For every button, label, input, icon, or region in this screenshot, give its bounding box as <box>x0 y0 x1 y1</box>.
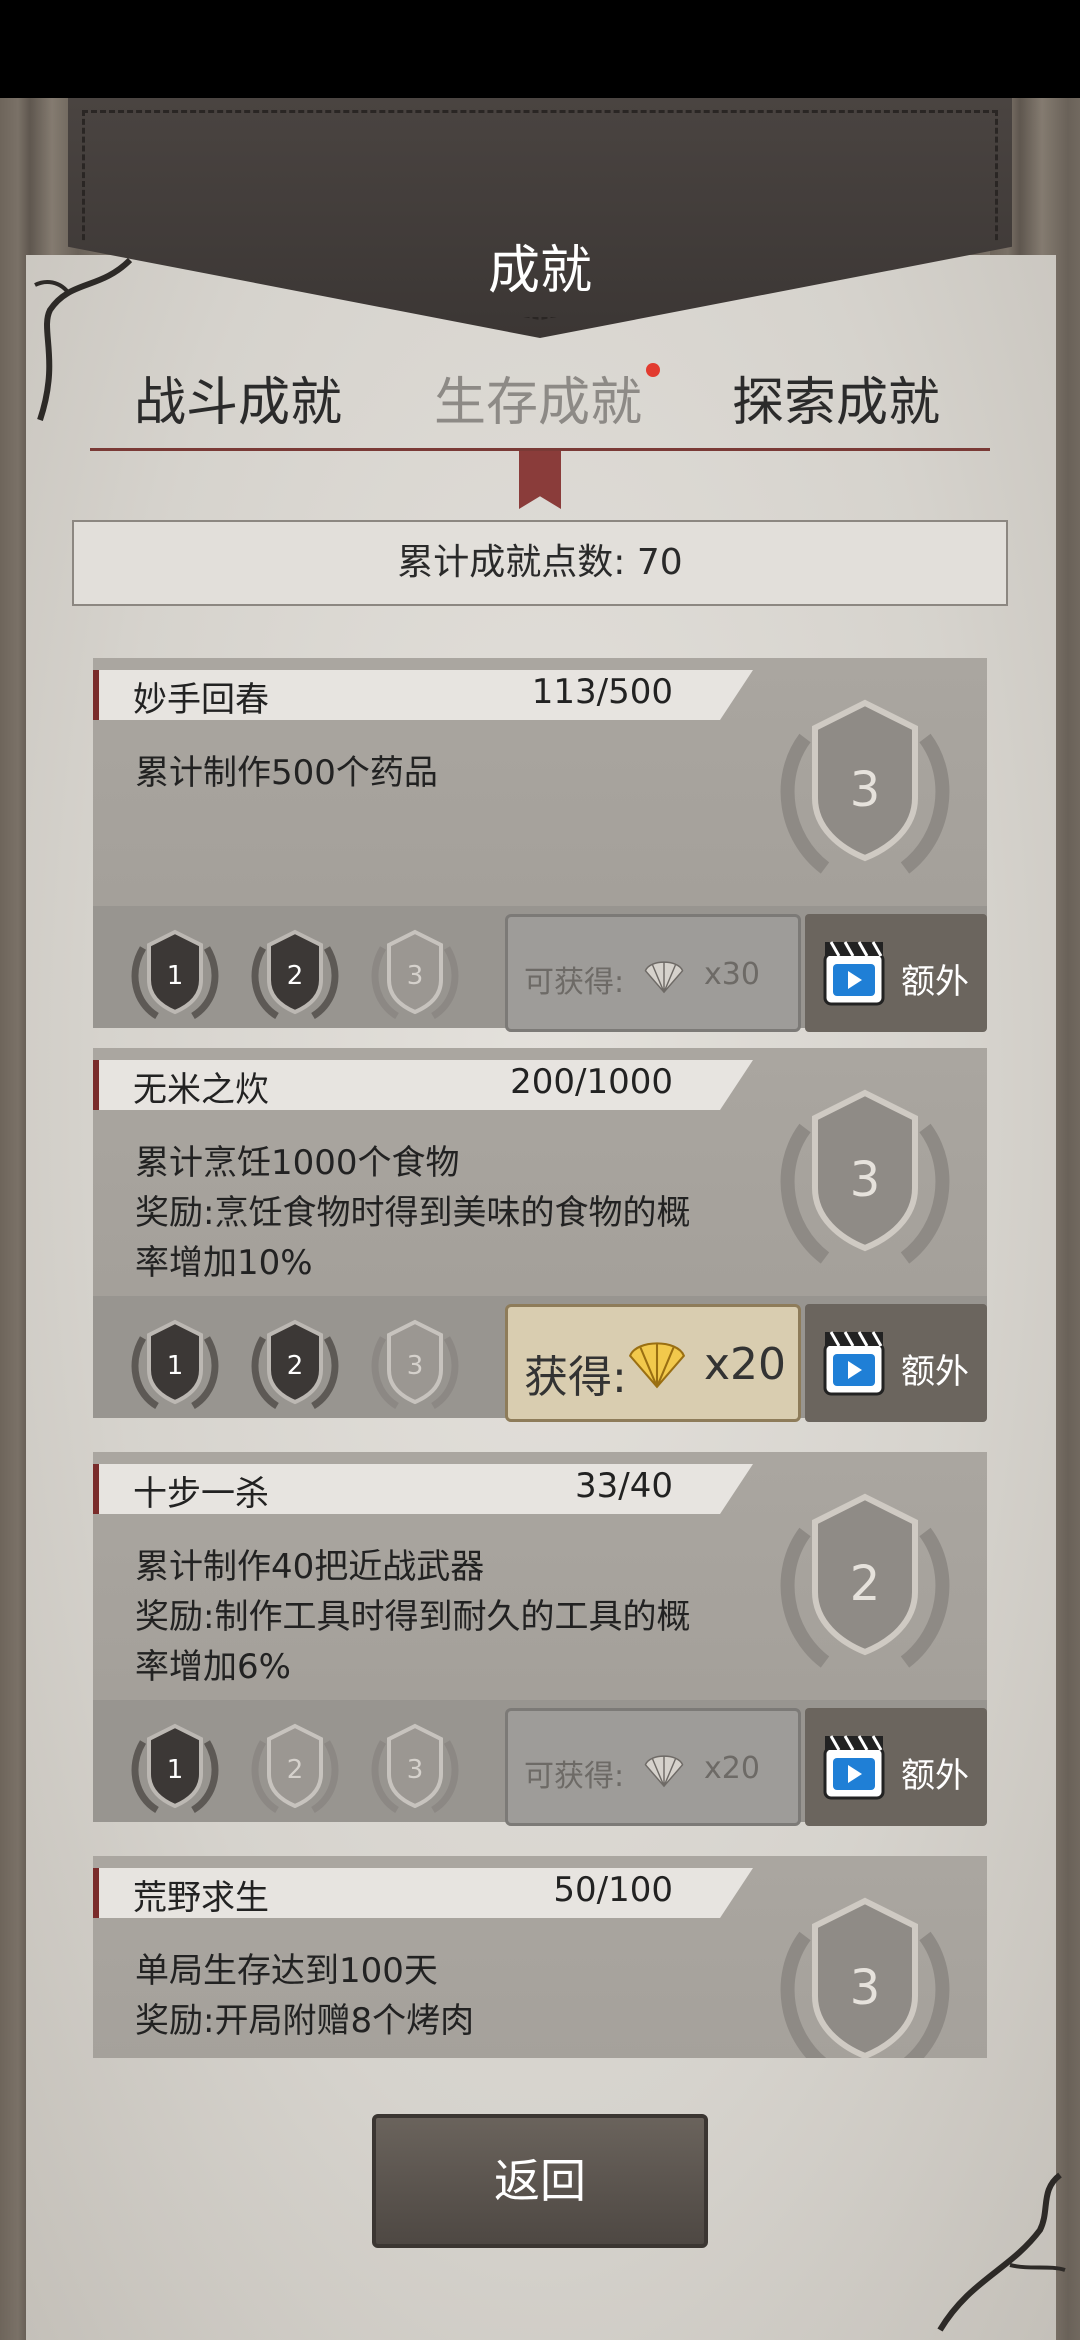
medal-2-icon: 2 <box>251 1723 339 1814</box>
shell-icon <box>644 961 684 994</box>
achievement-progress: 200/1000 <box>510 1062 673 1102</box>
medal-3-icon: 3 <box>371 929 459 1020</box>
achievement-description: 累计烹饪1000个食物 奖励:烹饪食物时得到美味的食物的概 率增加10% <box>135 1143 691 1283</box>
branch-decoration-right <box>937 2172 1066 2332</box>
extra-reward-button[interactable]: 额外 <box>805 914 987 1032</box>
badge-level: 2 <box>850 1556 881 1612</box>
extra-reward-button[interactable]: 额外 <box>805 1304 987 1422</box>
svg-text:3: 3 <box>407 961 424 991</box>
achievement-description: 累计制作40把近战武器 奖励:制作工具时得到耐久的工具的概 率增加6% <box>135 1547 691 1687</box>
achievement-card: 十步一杀 33/40 累计制作40把近战武器 奖励:制作工具时得到耐久的工具的概… <box>93 1452 987 1826</box>
video-clapper-icon <box>823 941 885 1006</box>
reward-button[interactable]: 可获得: x30 <box>505 914 801 1032</box>
extra-label: 额外 <box>901 962 969 1002</box>
reward-label: 可获得: <box>524 1759 625 1794</box>
achievement-points: 累计成就点数: 70 <box>72 520 1008 606</box>
laurel-badge-icon: 2 <box>780 1493 950 1668</box>
medal-1-icon: 1 <box>131 1723 219 1814</box>
shell-icon <box>628 1342 686 1389</box>
badge-level: 3 <box>850 762 881 818</box>
video-clapper-icon <box>823 1331 885 1396</box>
achievement-description: 累计制作500个药品 <box>135 753 438 793</box>
svg-text:2: 2 <box>287 1351 304 1381</box>
reward-label: 获得: <box>524 1352 627 1403</box>
notification-dot <box>646 363 660 377</box>
medal-1-icon: 1 <box>131 1319 219 1410</box>
achievement-card: 无米之炊 200/1000 累计烹饪1000个食物 奖励:烹饪食物时得到美味的食… <box>93 1048 987 1422</box>
achievement-name: 十步一杀 <box>133 1474 269 1514</box>
reward-quantity: x20 <box>704 1339 787 1390</box>
extra-label: 额外 <box>901 1756 969 1796</box>
medal-1-icon: 1 <box>131 929 219 1020</box>
status-bar <box>0 0 1080 98</box>
reward-quantity: x20 <box>704 1751 760 1786</box>
achievement-description: 单局生存达到100天 奖励:开局附赠8个烤肉 <box>135 1951 475 2041</box>
tab-underline <box>90 448 990 451</box>
svg-text:1: 1 <box>167 1755 184 1785</box>
achievement-progress: 33/40 <box>575 1466 673 1506</box>
shell-icon <box>644 1755 684 1788</box>
laurel-badge-icon: 3 <box>780 699 950 874</box>
medal-3-icon: 3 <box>371 1723 459 1814</box>
svg-text:3: 3 <box>407 1351 424 1381</box>
svg-text:1: 1 <box>167 961 184 991</box>
svg-text:3: 3 <box>407 1755 424 1785</box>
achievement-points-text: 累计成就点数: 70 <box>397 542 683 583</box>
achievement-name: 无米之炊 <box>133 1070 269 1110</box>
badge-level: 3 <box>850 1960 881 2016</box>
achievement-name: 妙手回春 <box>133 680 269 720</box>
back-button[interactable]: 返回 <box>372 2114 708 2248</box>
tab-survival[interactable]: 生存成就 <box>434 360 642 435</box>
badge-level: 3 <box>850 1152 881 1208</box>
extra-reward-button[interactable]: 额外 <box>805 1708 987 1826</box>
medal-2-icon: 2 <box>251 1319 339 1410</box>
achievement-card: 荒野求生 50/100 单局生存达到100天 奖励:开局附赠8个烤肉 3 <box>93 1856 987 2058</box>
achievement-list[interactable]: 妙手回春 113/500 累计制作500个药品 3 1 2 3 可获得: x30… <box>93 658 987 2058</box>
achievement-tabs: 战斗成就 生存成就 探索成就 <box>90 360 990 440</box>
svg-text:1: 1 <box>167 1351 184 1381</box>
extra-label: 额外 <box>901 1352 969 1392</box>
svg-text:2: 2 <box>287 961 304 991</box>
reward-button[interactable]: 可获得: x20 <box>505 1708 801 1826</box>
svg-text:2: 2 <box>287 1755 304 1785</box>
achievement-name: 荒野求生 <box>133 1878 269 1918</box>
page-title: 成就 <box>487 241 592 301</box>
medal-2-icon: 2 <box>251 929 339 1020</box>
achievement-progress: 113/500 <box>531 672 673 712</box>
laurel-badge-icon: 3 <box>780 1089 950 1264</box>
reward-label: 可获得: <box>524 965 625 1000</box>
achievement-card: 妙手回春 113/500 累计制作500个药品 3 1 2 3 可获得: x30… <box>93 658 987 1032</box>
achievement-progress: 50/100 <box>553 1870 673 1910</box>
tab-combat[interactable]: 战斗成就 <box>134 360 342 435</box>
video-clapper-icon <box>823 1735 885 1800</box>
laurel-badge-icon: 3 <box>780 1897 950 2058</box>
medal-3-icon: 3 <box>371 1319 459 1410</box>
back-label: 返回 <box>494 2154 586 2208</box>
tab-exploration[interactable]: 探索成就 <box>732 360 940 435</box>
claim-reward-button[interactable]: 获得: x20 <box>505 1304 801 1422</box>
reward-quantity: x30 <box>704 957 760 992</box>
